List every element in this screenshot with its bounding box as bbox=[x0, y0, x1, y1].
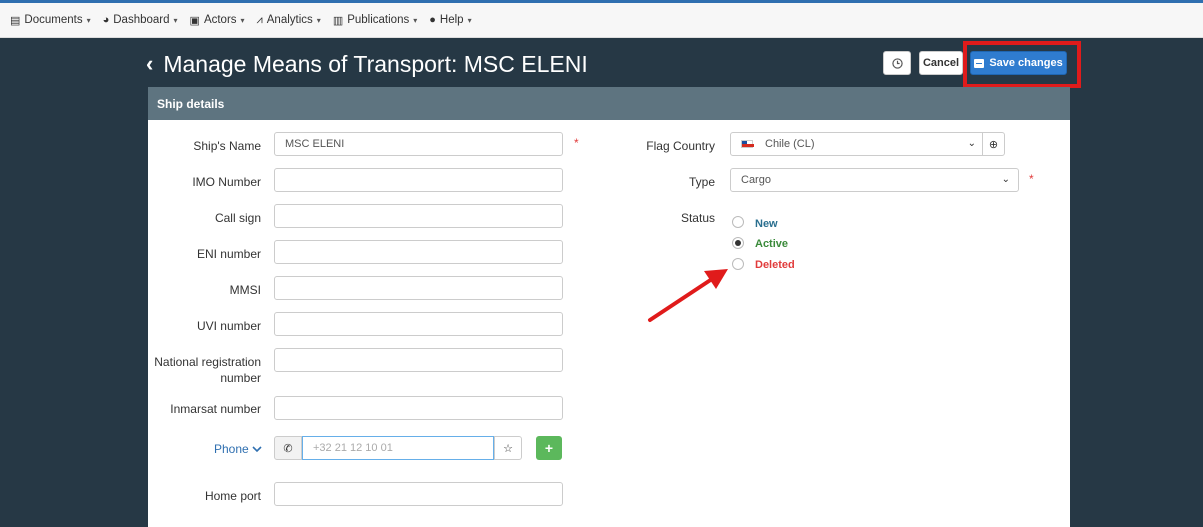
type-select[interactable]: Cargo ⌄ bbox=[730, 168, 1019, 192]
nav-dashboard[interactable]: ◕ Dashboard ▾ bbox=[103, 14, 178, 26]
globe-icon[interactable]: ⊕ bbox=[982, 132, 1004, 156]
status-deleted-label: Deleted bbox=[755, 259, 795, 271]
imo-number-input[interactable] bbox=[274, 168, 563, 192]
caret-down-icon: ▾ bbox=[467, 15, 472, 25]
national-registration-label: National registration number bbox=[148, 354, 261, 386]
id-card-icon: ▣ bbox=[189, 14, 200, 27]
eni-number-input[interactable] bbox=[274, 240, 563, 264]
required-marker: * bbox=[574, 136, 579, 150]
nav-help-label: Help bbox=[439, 14, 464, 26]
nav-actors[interactable]: ▣ Actors ▾ bbox=[190, 14, 245, 27]
clock-icon bbox=[891, 57, 903, 69]
book-icon: ▥ bbox=[332, 14, 344, 27]
nav-analytics[interactable]: ⩘ Analytics ▾ bbox=[257, 14, 321, 27]
nav-actors-label: Actors bbox=[203, 14, 237, 26]
national-registration-label-line1: National registration bbox=[154, 355, 261, 369]
status-new-label: New bbox=[755, 218, 778, 230]
flag-country-select[interactable]: Chile (CL) ⌄ ⊕ bbox=[730, 132, 1005, 156]
nav-help[interactable]: ● Help ▾ bbox=[429, 14, 471, 26]
phone-label: Phone bbox=[214, 442, 249, 456]
status-label: Status bbox=[680, 211, 715, 225]
top-navbar: ▤ Documents ▾ ◕ Dashboard ▾ ▣ Actors ▾ ⩘… bbox=[0, 0, 1203, 38]
document-icon: ▤ bbox=[10, 14, 21, 27]
flag-country-value: Chile (CL) bbox=[765, 138, 815, 150]
nav-documents[interactable]: ▤ Documents ▾ bbox=[10, 14, 91, 27]
favorite-button[interactable]: ☆ bbox=[494, 436, 522, 460]
call-sign-input[interactable] bbox=[274, 204, 563, 228]
panel-title: Ship details bbox=[148, 87, 1070, 120]
type-value: Cargo bbox=[741, 174, 771, 186]
question-icon: ● bbox=[429, 14, 436, 26]
national-registration-label-line2: number bbox=[220, 371, 261, 385]
uvi-number-label: UVI number bbox=[196, 319, 261, 333]
cancel-button[interactable]: Cancel bbox=[919, 51, 963, 75]
star-icon: ☆ bbox=[503, 442, 513, 455]
add-phone-button[interactable]: + bbox=[536, 436, 562, 460]
caret-down-icon: ▾ bbox=[413, 15, 418, 25]
caret-down-icon: ▾ bbox=[316, 15, 321, 25]
eni-number-label: ENI number bbox=[196, 247, 261, 261]
history-button[interactable] bbox=[883, 51, 911, 75]
nav-documents-label: Documents bbox=[24, 14, 83, 26]
page-header: ‹ Manage Means of Transport: MSC ELENI bbox=[146, 47, 588, 81]
plus-icon: + bbox=[544, 440, 554, 456]
inmarsat-number-input[interactable] bbox=[274, 396, 563, 420]
call-sign-label: Call sign bbox=[214, 211, 261, 225]
back-chevron-icon[interactable]: ‹ bbox=[146, 51, 153, 77]
annotation-arrow bbox=[648, 269, 728, 322]
mmsi-label: MMSI bbox=[229, 283, 261, 297]
nav-analytics-label: Analytics bbox=[266, 14, 313, 26]
phone-addon: ✆ bbox=[274, 436, 302, 460]
caret-down-icon: ▾ bbox=[173, 15, 178, 25]
nav-publications-label: Publications bbox=[347, 14, 410, 26]
ship-details-panel: Ship details Ship's Name MSC ELENI * IMO… bbox=[148, 87, 1070, 527]
annotation-highlight-box bbox=[963, 41, 1081, 88]
ship-name-input[interactable]: MSC ELENI bbox=[274, 132, 563, 156]
required-marker: * bbox=[1029, 172, 1034, 186]
mmsi-input[interactable] bbox=[274, 276, 563, 300]
caret-down-icon: ▾ bbox=[240, 15, 245, 25]
caret-down-icon: ▾ bbox=[86, 15, 91, 25]
chart-icon: ⩘ bbox=[256, 13, 263, 26]
national-registration-input[interactable] bbox=[274, 348, 563, 372]
ship-name-label: Ship's Name bbox=[193, 139, 261, 153]
status-active-radio[interactable] bbox=[732, 237, 744, 249]
status-active-label: Active bbox=[755, 238, 789, 250]
flag-country-label: Flag Country bbox=[646, 139, 715, 153]
dashboard-icon: ◕ bbox=[102, 14, 110, 26]
chevron-down-icon: ⌄ bbox=[1001, 174, 1010, 185]
nav-publications[interactable]: ▥ Publications ▾ bbox=[333, 14, 417, 27]
phone-type-dropdown[interactable]: Phone bbox=[214, 442, 262, 456]
imo-number-label: IMO Number bbox=[192, 175, 261, 189]
type-label: Type bbox=[688, 175, 715, 189]
uvi-number-input[interactable] bbox=[274, 312, 563, 336]
page-title: Manage Means of Transport: MSC ELENI bbox=[163, 50, 588, 77]
chile-flag-icon bbox=[741, 140, 754, 148]
status-new-radio[interactable] bbox=[732, 216, 744, 228]
home-port-input[interactable] bbox=[274, 482, 563, 506]
chevron-down-icon: ⌄ bbox=[967, 138, 976, 149]
phone-icon: ✆ bbox=[283, 442, 293, 455]
nav-dashboard-label: Dashboard bbox=[113, 14, 170, 26]
inmarsat-number-label: Inmarsat number bbox=[170, 402, 261, 416]
chevron-down-icon bbox=[252, 446, 262, 453]
phone-input[interactable]: +32 21 12 10 01 bbox=[302, 436, 494, 460]
home-port-label: Home port bbox=[204, 489, 261, 503]
status-deleted-radio[interactable] bbox=[732, 258, 744, 270]
